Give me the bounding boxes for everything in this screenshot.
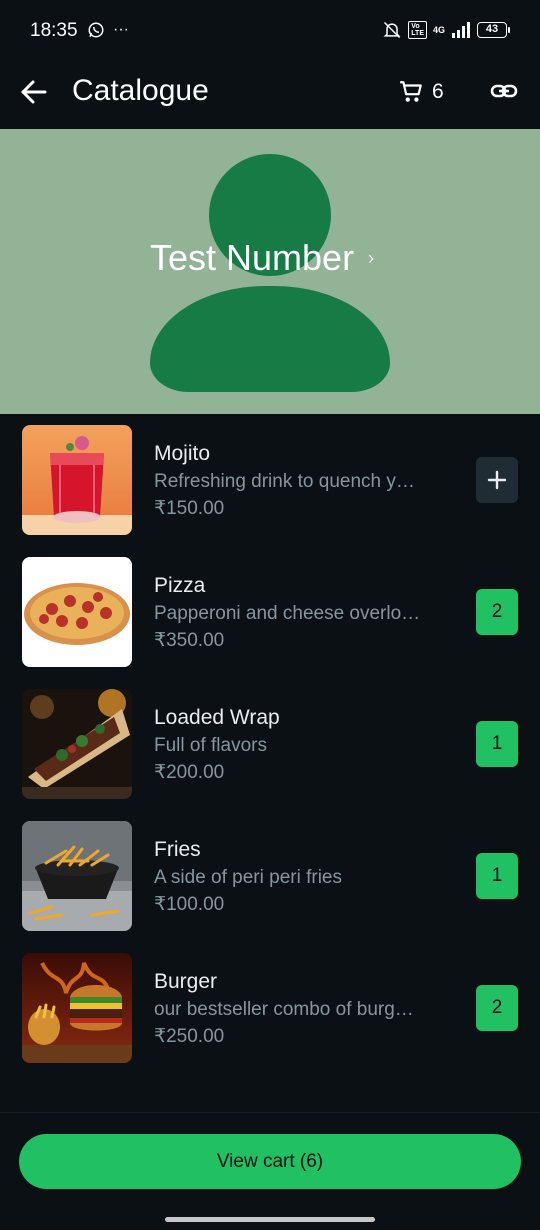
bell-muted-icon [383,21,401,39]
product-name: Fries [154,838,201,861]
plus-icon [487,470,507,490]
product-price: ₹150.00 [154,498,225,519]
share-link-button[interactable] [489,76,521,108]
page-title: Catalogue [72,74,209,107]
product-name: Loaded Wrap [154,706,280,729]
whatsapp-icon [88,22,104,38]
status-bar: 18:35 ··· Vo LTE 4G 43 [0,0,540,64]
signal-icon [452,22,470,38]
product-price: ₹250.00 [154,1026,225,1047]
product-price: ₹350.00 [154,630,225,651]
product-image-mojito [22,425,132,535]
business-profile-banner[interactable]: Test Number › [0,129,540,414]
status-right-icons: Vo LTE 4G 43 [382,20,510,40]
cart-button[interactable]: 6 [398,76,454,108]
network-type-label: 4G [432,24,445,35]
product-description: Papperoni and cheese overlo… [154,603,421,624]
more-notifications-icon: ··· [113,21,129,38]
cart-count: 6 [432,80,444,103]
quantity-button[interactable]: 2 [476,985,518,1031]
quantity-button[interactable]: 1 [476,853,518,899]
product-image-pizza [22,557,132,667]
product-price: ₹200.00 [154,762,225,783]
product-name: Burger [154,970,218,993]
list-item[interactable]: Loaded Wrap Full of flavors ₹200.00 1 [0,678,540,810]
product-description: Refreshing drink to quench y… [154,471,415,492]
list-item[interactable]: Pizza Papperoni and cheese overlo… ₹350.… [0,546,540,678]
volte-icon: Vo LTE [408,21,427,39]
list-item[interactable]: Fries A side of peri peri fries ₹100.00 … [0,810,540,942]
product-image-burger [22,953,132,1063]
quantity-button[interactable]: 1 [476,721,518,767]
view-cart-button[interactable]: View cart (6) [19,1134,521,1189]
quantity-button[interactable]: 2 [476,589,518,635]
product-description: A side of peri peri fries [154,867,342,888]
add-to-cart-button[interactable] [476,457,518,503]
status-time: 18:35 [30,20,78,41]
product-price: ₹100.00 [154,894,225,915]
battery-level: 43 [477,22,507,38]
back-button[interactable] [18,76,50,108]
list-item[interactable]: Mojito Refreshing drink to quench y… ₹15… [0,414,540,546]
product-name: Pizza [154,574,206,597]
avatar-placeholder-body [150,286,390,392]
chevron-right-icon: › [368,247,375,268]
home-indicator[interactable] [165,1217,375,1222]
product-image-fries [22,821,132,931]
list-item[interactable]: Burger our bestseller combo of burg… ₹25… [0,942,540,1074]
bottom-bar: View cart (6) [0,1112,540,1230]
product-description: Full of flavors [154,735,267,756]
status-notification-icons: ··· [87,21,129,39]
business-name: Test Number [150,237,355,278]
business-name-row[interactable]: Test Number › [150,237,374,279]
cart-icon [400,81,422,102]
link-icon [490,84,518,98]
arrow-left-icon [21,80,47,104]
app-bar: Catalogue 6 [0,64,540,128]
product-name: Mojito [154,442,211,465]
product-description: our bestseller combo of burg… [154,999,414,1020]
product-image-wrap [22,689,132,799]
battery-icon: 43 [477,22,510,38]
